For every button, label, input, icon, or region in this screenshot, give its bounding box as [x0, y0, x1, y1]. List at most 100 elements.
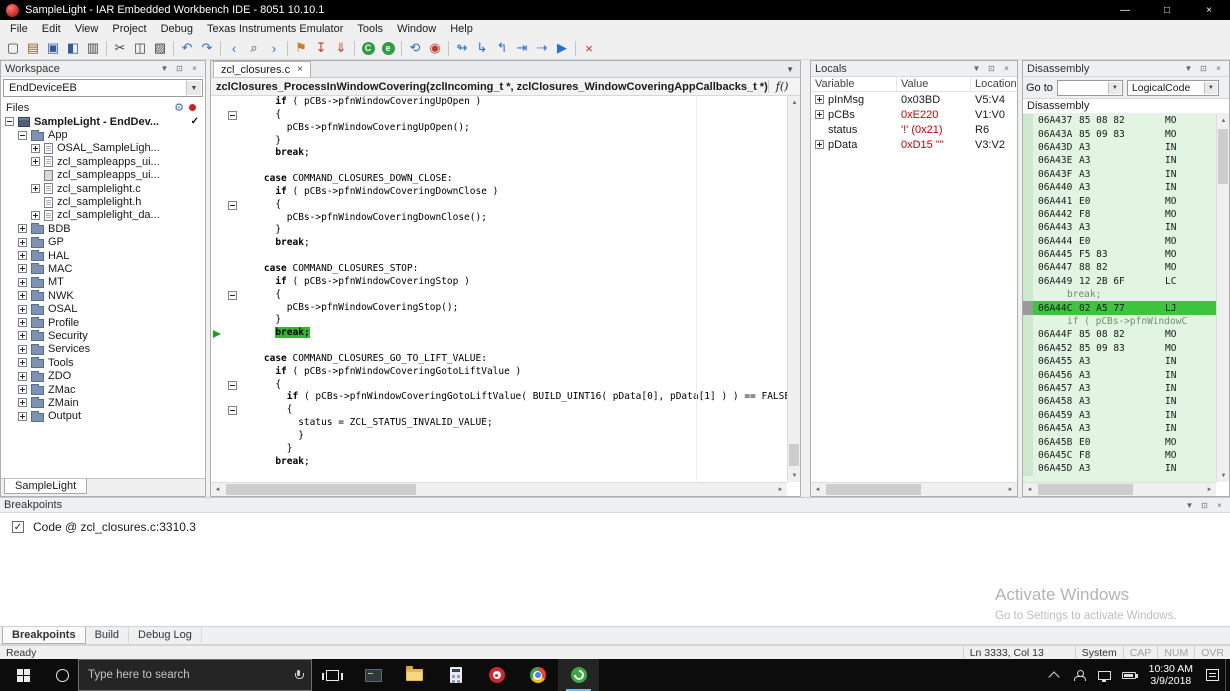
- expand-icon[interactable]: [18, 277, 27, 287]
- fold-margin[interactable]: [225, 96, 241, 109]
- disassembly-line[interactable]: 06A455 A3 IN: [1023, 355, 1216, 369]
- close-button[interactable]: ×: [1188, 0, 1230, 20]
- code-line[interactable]: [211, 250, 787, 263]
- disassembly-vertical-scrollbar[interactable]: [1216, 114, 1229, 482]
- code-line[interactable]: }: [211, 224, 787, 237]
- tree-item-gp[interactable]: GP: [1, 236, 205, 249]
- save-all-icon[interactable]: ◧: [63, 38, 83, 58]
- scrollbar-thumb[interactable]: [789, 444, 799, 466]
- redo-icon[interactable]: ↷: [197, 38, 217, 58]
- tree-item-zdo[interactable]: ZDO: [1, 369, 205, 382]
- fold-margin[interactable]: [225, 263, 241, 276]
- disassembly-line[interactable]: 06A440 A3 IN: [1023, 180, 1216, 195]
- disassembly-line[interactable]: 06A437 85 08 82 MO: [1023, 114, 1216, 128]
- code-line[interactable]: {: [211, 199, 787, 212]
- code-line[interactable]: break;: [211, 327, 787, 340]
- menu-view[interactable]: View: [68, 22, 106, 36]
- scrollbar-thumb[interactable]: [826, 484, 921, 495]
- save-icon[interactable]: ▣: [43, 38, 63, 58]
- breakpoint-gutter[interactable]: [211, 122, 225, 135]
- breakpoint-gutter[interactable]: [211, 186, 225, 199]
- scroll-left-icon[interactable]: [1023, 483, 1036, 496]
- file-explorer-button[interactable]: [394, 659, 435, 691]
- breakpoint-gutter[interactable]: [211, 250, 225, 263]
- menu-texas-instruments-emulator[interactable]: Texas Instruments Emulator: [200, 22, 350, 36]
- locals-horizontal-scrollbar[interactable]: [811, 482, 1017, 496]
- breakpoint-gutter[interactable]: [211, 468, 225, 481]
- tree-item-app[interactable]: App: [1, 128, 205, 141]
- start-button[interactable]: [0, 659, 46, 691]
- panel-close-icon[interactable]: ×: [188, 64, 201, 73]
- breakpoint-gutter[interactable]: [211, 289, 225, 302]
- code-area[interactable]: if ( pCBs->pfnWindowCoveringUpOpen ) { p…: [211, 96, 787, 482]
- disassembly-line[interactable]: 06A459 A3 IN: [1023, 408, 1216, 422]
- fold-margin[interactable]: [225, 109, 241, 122]
- fold-margin[interactable]: [225, 173, 241, 186]
- breakpoint-gutter[interactable]: [211, 314, 225, 327]
- code-line[interactable]: [211, 340, 787, 353]
- breakpoint-gutter[interactable]: [211, 276, 225, 289]
- locals-row-pcbs[interactable]: pCBs 0xE220 V1:V0: [811, 107, 1017, 122]
- expand-icon[interactable]: [18, 318, 27, 328]
- disassembly-line[interactable]: 06A44C 02 A5 77 LJ: [1023, 301, 1216, 315]
- tree-item-zcl-samplelight-c[interactable]: zcl_samplelight.c: [1, 182, 205, 195]
- code-line[interactable]: }: [211, 443, 787, 456]
- taskbar-search-input[interactable]: Type here to search: [78, 659, 312, 691]
- breakpoint-gutter[interactable]: [211, 237, 225, 250]
- breakpoint-gutter[interactable]: [211, 327, 225, 340]
- tree-item-profile[interactable]: Profile: [1, 316, 205, 329]
- disassembly-line[interactable]: 06A43A 85 09 83 MO: [1023, 127, 1216, 141]
- panel-close-icon[interactable]: ×: [1213, 501, 1226, 510]
- display-button[interactable]: [1092, 659, 1117, 691]
- tree-item-samplelight-enddev[interactable]: SampleLight - EndDev... ✓: [1, 115, 205, 128]
- code-line[interactable]: }: [211, 135, 787, 148]
- tree-item-bdb[interactable]: BDB: [1, 222, 205, 235]
- cstat-analysis-icon[interactable]: C: [358, 38, 378, 58]
- expand-icon[interactable]: [31, 210, 40, 220]
- fold-margin[interactable]: [225, 327, 241, 340]
- disassembly-line[interactable]: 06A441 E0 MO: [1023, 194, 1216, 208]
- breakpoint-gutter[interactable]: [211, 302, 225, 315]
- tree-item-zcl-samplelight-da[interactable]: zcl_samplelight_da...: [1, 209, 205, 222]
- expand-icon[interactable]: [18, 398, 27, 408]
- disassembly-line[interactable]: 06A43D A3 IN: [1023, 140, 1216, 155]
- code-line[interactable]: break;: [211, 456, 787, 469]
- cspy-icon[interactable]: e: [378, 38, 398, 58]
- menu-debug[interactable]: Debug: [154, 22, 200, 36]
- step-into-icon[interactable]: ↳: [472, 38, 492, 58]
- expand-icon[interactable]: [815, 140, 824, 149]
- disassembly-listing[interactable]: 06A437 85 08 82 MO 06A43A 85 09 83 MO 06A43D A3…: [1023, 114, 1216, 482]
- code-line[interactable]: case COMMAND_CLOSURES_GO_TO_LIFT_VALUE:: [211, 353, 787, 366]
- disassembly-line[interactable]: 06A458 A3 IN: [1023, 395, 1216, 409]
- expand-icon[interactable]: [31, 184, 40, 194]
- scroll-right-icon[interactable]: [774, 483, 787, 496]
- disassembly-line[interactable]: 06A444 E0 MO: [1023, 234, 1216, 248]
- tree-item-osal[interactable]: OSAL: [1, 302, 205, 315]
- disassembly-line[interactable]: 06A452 85 09 83 MO: [1023, 341, 1216, 356]
- panel-float-icon[interactable]: ⊡: [1197, 64, 1210, 73]
- expand-icon[interactable]: [18, 411, 27, 421]
- fold-margin[interactable]: [225, 353, 241, 366]
- code-line[interactable]: break;: [211, 147, 787, 160]
- expand-icon[interactable]: [31, 157, 40, 167]
- menu-window[interactable]: Window: [390, 22, 443, 36]
- combo-arrow-icon[interactable]: ▼: [1107, 81, 1121, 94]
- expand-icon[interactable]: [18, 251, 27, 261]
- goto-input[interactable]: ▼: [1056, 79, 1123, 96]
- action-center-button[interactable]: [1200, 659, 1225, 691]
- disassembly-line[interactable]: 06A43F A3 IN: [1023, 167, 1216, 181]
- code-line[interactable]: break;: [211, 237, 787, 250]
- panel-float-icon[interactable]: ⊡: [985, 64, 998, 73]
- panel-menu-icon[interactable]: ▼: [158, 64, 171, 73]
- breakpoint-gutter[interactable]: [211, 263, 225, 276]
- cortana-button[interactable]: [46, 659, 78, 691]
- code-line[interactable]: pCBs->pfnWindowCoveringStop();: [211, 302, 787, 315]
- disassembly-line[interactable]: 06A45A A3 IN: [1023, 421, 1216, 436]
- breakpoint-gutter[interactable]: [211, 135, 225, 148]
- breakpoint-gutter[interactable]: [211, 199, 225, 212]
- code-line[interactable]: {: [211, 379, 787, 392]
- tree-item-mac[interactable]: MAC: [1, 262, 205, 275]
- undo-icon[interactable]: ↶: [177, 38, 197, 58]
- code-line[interactable]: if ( pCBs->pfnWindowCoveringUpOpen ): [211, 96, 787, 109]
- code-line[interactable]: case COMMAND_CLOSURES_DOWN_CLOSE:: [211, 173, 787, 186]
